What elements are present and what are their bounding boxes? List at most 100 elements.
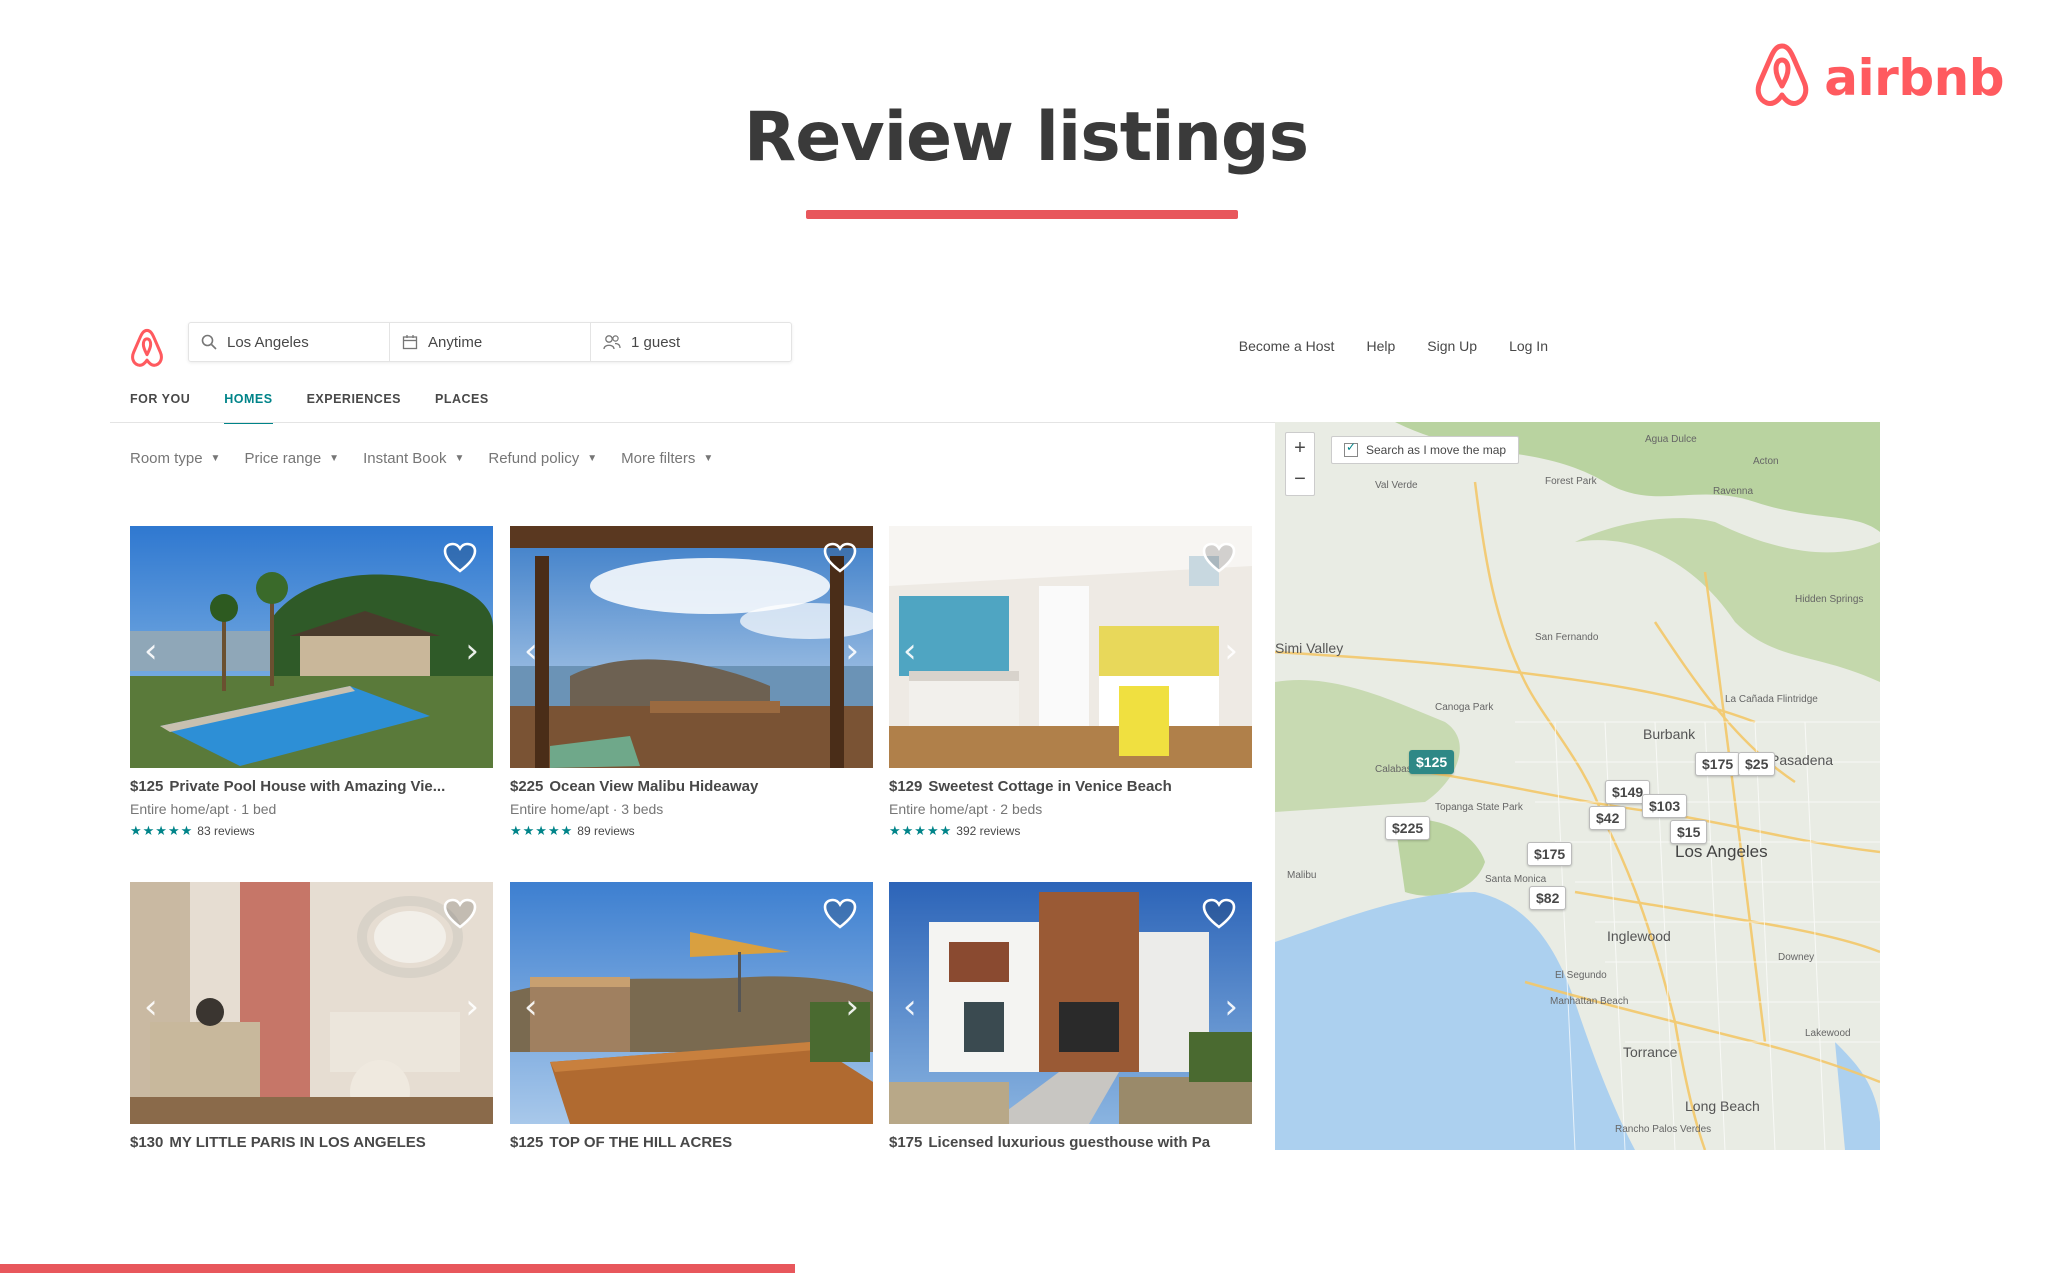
- dates-input[interactable]: Anytime: [390, 323, 591, 361]
- previous-photo-icon[interactable]: ‹: [144, 634, 158, 668]
- next-photo-icon[interactable]: ›: [465, 634, 479, 668]
- star-rating-icon: ★★★★★: [130, 823, 194, 838]
- heart-icon[interactable]: [823, 542, 857, 579]
- listing-photo[interactable]: ‹ ›: [889, 882, 1252, 1124]
- listing-photo[interactable]: ‹ ›: [510, 526, 873, 768]
- previous-photo-icon[interactable]: ‹: [524, 990, 538, 1024]
- review-count: 89 reviews: [577, 824, 635, 838]
- listing-name: Sweetest Cottage in Venice Beach: [928, 778, 1172, 795]
- chevron-down-icon: ▼: [454, 453, 465, 464]
- bottom-progress-bar: [0, 1264, 795, 1273]
- instant-book-filter[interactable]: Instant Book ▼: [363, 450, 464, 467]
- map-place-label: San Fernando: [1535, 632, 1599, 643]
- map-place-label: Topanga State Park: [1435, 802, 1523, 813]
- listing-title: $225 Ocean View Malibu Hideaway: [510, 778, 873, 795]
- location-input[interactable]: Los Angeles: [189, 323, 390, 361]
- listing-rating: ★★★★★ 89 reviews: [510, 823, 873, 839]
- map-place-label: Lakewood: [1805, 1028, 1851, 1039]
- refund-policy-filter[interactable]: Refund policy ▼: [488, 450, 597, 467]
- tab-for-you[interactable]: FOR YOU: [130, 392, 190, 424]
- become-host-link[interactable]: Become a Host: [1239, 338, 1335, 354]
- map-price-pin[interactable]: $42: [1589, 806, 1627, 830]
- map-place-label: Downey: [1778, 952, 1815, 963]
- previous-photo-icon[interactable]: ‹: [524, 634, 538, 668]
- chevron-down-icon: ▼: [587, 453, 598, 464]
- next-photo-icon[interactable]: ›: [465, 990, 479, 1024]
- dates-value: Anytime: [428, 333, 483, 351]
- map-price-pin[interactable]: $82: [1529, 886, 1567, 910]
- listing-photo[interactable]: ‹ ›: [889, 526, 1252, 768]
- listing-card[interactable]: ‹ › $175 Licensed luxurious guesthouse wi…: [889, 882, 1252, 1150]
- more-filters-button[interactable]: More filters ▼: [621, 450, 713, 467]
- sign-up-link[interactable]: Sign Up: [1427, 338, 1477, 354]
- next-photo-icon[interactable]: ›: [845, 634, 859, 668]
- listing-photo[interactable]: ‹ ›: [130, 526, 493, 768]
- previous-photo-icon[interactable]: ‹: [903, 990, 917, 1024]
- map-price-pin[interactable]: $15: [1670, 820, 1708, 844]
- guests-input[interactable]: 1 guest: [591, 323, 791, 361]
- tab-homes[interactable]: HOMES: [224, 392, 273, 424]
- category-tabs: FOR YOU HOMES EXPERIENCES PLACES: [130, 392, 489, 424]
- listing-card[interactable]: ‹ › $130 MY LITTLE PARIS IN LOS ANGELES: [130, 882, 493, 1150]
- listing-card[interactable]: ‹ › $125 Private Pool House with Amazing …: [130, 526, 493, 839]
- airbnb-logo-icon: [1754, 42, 1810, 113]
- map-price-pin[interactable]: $25: [1738, 752, 1776, 776]
- listing-title: $125 Private Pool House with Amazing Vie.…: [130, 778, 493, 795]
- log-in-link[interactable]: Log In: [1509, 338, 1548, 354]
- map-price-pin[interactable]: $225: [1385, 816, 1431, 840]
- search-as-move-toggle[interactable]: Search as I move the map: [1331, 436, 1520, 464]
- search-as-move-label: Search as I move the map: [1366, 443, 1507, 457]
- map-place-label: La Cañada Flintridge: [1725, 694, 1818, 705]
- map-place-label: Agua Dulce: [1645, 434, 1697, 445]
- filter-bar: Room type ▼ Price range ▼ Instant Book ▼ Re…: [130, 450, 713, 467]
- listing-card[interactable]: ‹ › $125 TOP OF THE HILL ACRES: [510, 882, 873, 1150]
- star-rating-icon: ★★★★★: [510, 823, 574, 838]
- map-price-pin[interactable]: $175: [1527, 842, 1573, 866]
- listing-subtitle: Entire home/apt · 3 beds: [510, 801, 664, 817]
- map-place-label: Manhattan Beach: [1550, 996, 1629, 1007]
- map-place-label: Inglewood: [1607, 928, 1671, 944]
- listings-map[interactable]: + − Search as I move the map Agua Dulce …: [1275, 422, 1880, 1150]
- listing-title: $175 Licensed luxurious guesthouse with P…: [889, 1134, 1252, 1150]
- heart-icon[interactable]: [823, 898, 857, 935]
- heart-icon[interactable]: [1202, 542, 1236, 579]
- previous-photo-icon[interactable]: ‹: [144, 990, 158, 1024]
- airbnb-logo-icon[interactable]: [130, 328, 164, 373]
- review-count: 392 reviews: [956, 824, 1021, 838]
- map-place-label: Forest Park: [1545, 476, 1597, 487]
- map-place-label: Val Verde: [1375, 480, 1418, 491]
- slide-title: Review listings: [743, 98, 1309, 177]
- map-place-label: Malibu: [1287, 870, 1317, 881]
- map-price-pin[interactable]: $125: [1409, 750, 1455, 774]
- zoom-in-button[interactable]: +: [1294, 437, 1306, 460]
- star-rating-icon: ★★★★★: [889, 823, 953, 838]
- heart-icon[interactable]: [443, 542, 477, 579]
- help-link[interactable]: Help: [1366, 338, 1395, 354]
- filter-label: Price range: [244, 450, 322, 467]
- map-price-pin[interactable]: $175: [1695, 752, 1741, 776]
- listing-title: $130 MY LITTLE PARIS IN LOS ANGELES: [130, 1134, 493, 1150]
- listing-photo[interactable]: ‹ ›: [130, 882, 493, 1124]
- listing-name: TOP OF THE HILL ACRES: [549, 1134, 733, 1150]
- checkbox-icon[interactable]: [1344, 440, 1358, 457]
- tab-places[interactable]: PLACES: [435, 392, 489, 424]
- listing-name: MY LITTLE PARIS IN LOS ANGELES: [169, 1134, 426, 1150]
- guests-value: 1 guest: [631, 333, 681, 351]
- next-photo-icon[interactable]: ›: [1224, 990, 1238, 1024]
- chevron-down-icon: ▼: [703, 453, 714, 464]
- map-price-pin[interactable]: $103: [1642, 794, 1688, 818]
- zoom-controls: + −: [1285, 432, 1315, 496]
- heart-icon[interactable]: [1202, 898, 1236, 935]
- previous-photo-icon[interactable]: ‹: [903, 634, 917, 668]
- next-photo-icon[interactable]: ›: [845, 990, 859, 1024]
- listing-card[interactable]: ‹ › $129 Sweetest Cottage in Venice Beach…: [889, 526, 1252, 839]
- room-type-filter[interactable]: Room type ▼: [130, 450, 220, 467]
- listing-card[interactable]: ‹ › $225 Ocean View Malibu Hideaway Entir…: [510, 526, 873, 839]
- tab-experiences[interactable]: EXPERIENCES: [307, 392, 401, 424]
- zoom-out-button[interactable]: −: [1294, 468, 1306, 491]
- listing-photo[interactable]: ‹ ›: [510, 882, 873, 1124]
- heart-icon[interactable]: [443, 898, 477, 935]
- price-range-filter[interactable]: Price range ▼: [244, 450, 339, 467]
- next-photo-icon[interactable]: ›: [1224, 634, 1238, 668]
- listing-subtitle: Entire home/apt · 1 bed: [130, 801, 277, 817]
